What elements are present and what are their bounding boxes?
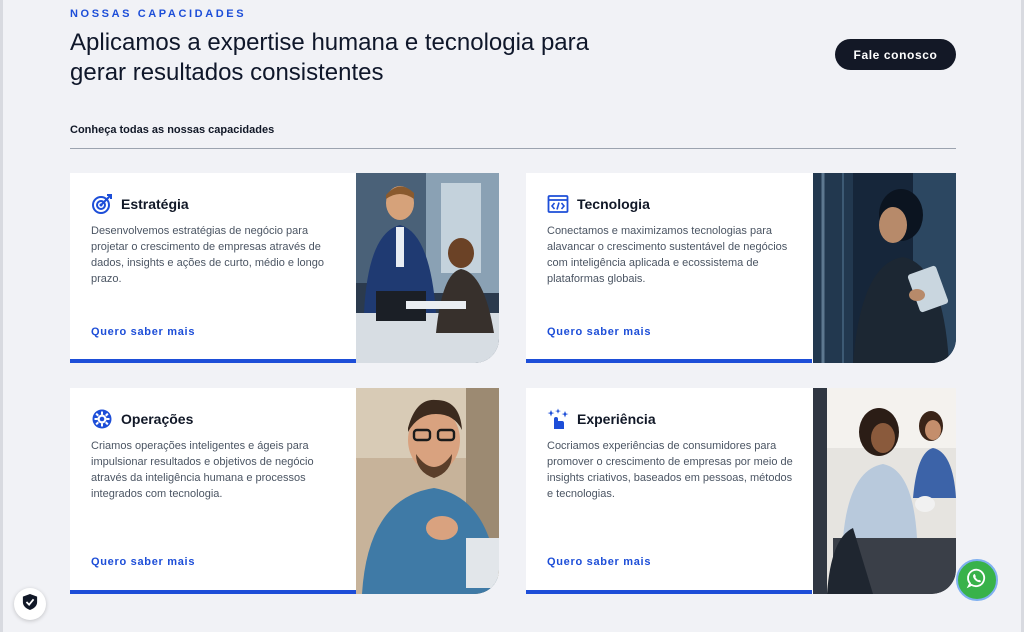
contact-button[interactable]: Fale conosco (835, 39, 956, 70)
card-accent-bar (70, 359, 356, 363)
privacy-button[interactable] (14, 588, 46, 620)
card-description: Cocriamos experiências de consumidores p… (547, 440, 793, 500)
section-subheading: Conheça todas as nossas capacidades (70, 124, 275, 136)
learn-more-link[interactable]: Quero saber mais (547, 326, 651, 338)
code-window-icon (547, 193, 569, 215)
card-title: Operações (121, 411, 194, 427)
card-title: Experiência (577, 411, 656, 427)
whatsapp-icon (966, 567, 988, 594)
page-title: Aplicamos a expertise humana e tecnologi… (70, 29, 589, 86)
card-description: Conectamos e maximizamos tecnologias par… (547, 225, 788, 285)
capability-card-technology: Tecnologia Conectamos e maximizamos tecn… (526, 173, 956, 363)
card-header: Experiência (547, 408, 656, 430)
learn-more-link[interactable]: Quero saber mais (547, 556, 651, 568)
card-photo (813, 388, 956, 594)
card-accent-bar (526, 359, 812, 363)
learn-more-link[interactable]: Quero saber mais (91, 556, 195, 568)
card-photo (356, 388, 499, 594)
shield-check-icon (22, 593, 38, 616)
whatsapp-chat-button[interactable] (956, 559, 998, 601)
card-title: Estratégia (121, 196, 189, 212)
section-divider (70, 148, 956, 149)
card-description: Desenvolvemos estratégias de negócio par… (91, 225, 324, 285)
card-description: Criamos operações inteligentes e ágeis p… (91, 440, 314, 500)
capability-card-experience: Experiência Cocriamos experiências de co… (526, 388, 956, 594)
learn-more-link[interactable]: Quero saber mais (91, 326, 195, 338)
card-header: Operações (91, 408, 193, 430)
card-header: Estratégia (91, 193, 189, 215)
target-icon (91, 193, 113, 215)
card-photo (356, 173, 499, 363)
card-header: Tecnologia (547, 193, 650, 215)
card-accent-bar (70, 590, 356, 594)
card-accent-bar (526, 590, 812, 594)
section-eyebrow: NOSSAS CAPACIDADES (70, 8, 247, 20)
hand-stars-icon (547, 408, 569, 430)
capability-card-strategy: Estratégia Desenvolvemos estratégias de … (70, 173, 499, 363)
card-photo (813, 173, 956, 363)
capability-card-operations: Operações Criamos operações inteligentes… (70, 388, 499, 594)
gear-icon (91, 408, 113, 430)
card-title: Tecnologia (577, 196, 650, 212)
